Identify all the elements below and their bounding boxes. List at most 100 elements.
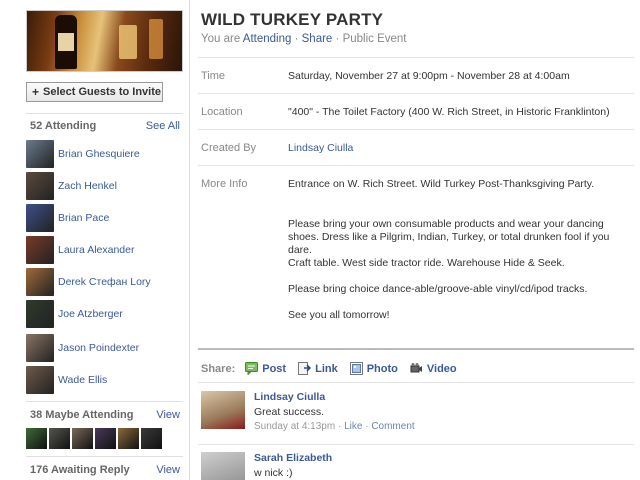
video-camera-icon [410,362,423,375]
avatar [26,268,54,296]
comment-item: Sarah Elizabeth w nick :) [201,452,634,480]
divider [198,444,634,445]
guest-item[interactable]: Joe Atzberger [26,300,186,328]
section-divider [26,401,183,402]
photo-icon [349,362,363,375]
guest-item[interactable]: Wade Ellis [26,366,186,394]
more-info-label: More Info [201,178,248,190]
guest-name[interactable]: Jason Poindexter [58,342,139,354]
maybe-guest-thumbnail[interactable] [49,428,70,449]
share-video-button[interactable]: Video [410,362,457,375]
separator: · [335,421,345,432]
view-awaiting-link[interactable]: View [156,464,180,476]
share-photo-button[interactable]: Photo [349,362,398,375]
maybe-count: 38 Maybe Attending [30,409,134,421]
share-post-button[interactable]: Post [245,362,287,376]
divider [198,57,634,58]
guest-name[interactable]: Derek Стефан Lory [58,276,151,288]
comment-item: Lindsay Ciulla Great success. Sunday at … [201,391,634,441]
comment-author[interactable]: Lindsay Ciulla [254,391,325,403]
maybe-guest-thumbnail[interactable] [118,428,139,449]
column-divider [189,0,190,480]
select-guests-button[interactable]: + Select Guests to Invite [26,82,163,102]
speech-bubble-icon [245,362,259,376]
location-label: Location [201,106,243,118]
guest-item[interactable]: Laura Alexander [26,236,186,264]
section-divider [26,456,183,457]
divider [198,382,634,383]
privacy-label: Public Event [342,33,407,45]
share-link-button[interactable]: Link [298,362,338,375]
time-label: Time [201,70,226,82]
section-divider [26,113,183,114]
share-link[interactable]: Share [302,33,333,45]
avatar [26,366,54,394]
glass-shape [149,19,163,59]
maybe-guest-thumbnail[interactable] [141,428,162,449]
link-icon [298,362,312,375]
comment-meta: Sunday at 4:13pm · Like · Comment [254,421,415,432]
guest-item[interactable]: Derek Стефан Lory [26,268,186,296]
avatar[interactable] [201,391,245,429]
guest-name[interactable]: Joe Atzberger [58,308,123,320]
view-maybe-link[interactable]: View [156,409,180,421]
avatar [26,300,54,328]
awaiting-count: 176 Awaiting Reply [30,464,130,476]
more-info-p3: Craft table. West side tractor ride. War… [288,257,565,269]
share-photo-label: Photo [366,362,398,375]
comment-text: w nick :) [254,467,293,479]
plus-icon: + [32,85,40,99]
more-info-p4: Please bring choice dance-able/groove-ab… [288,283,588,295]
time-value: Saturday, November 27 at 9:00pm - Novemb… [288,70,570,82]
guest-name[interactable]: Zach Henkel [58,180,117,192]
bottle-label-shape [58,33,74,51]
guest-item[interactable]: Jason Poindexter [26,334,186,362]
avatar [26,334,54,362]
attending-header: 52 Attending See All [30,119,180,133]
share-bar: Share: Post Link Photo Video [201,362,469,376]
divider [198,129,634,130]
divider [198,93,634,94]
share-label: Share: [201,362,236,375]
event-title: WILD TURKEY PARTY [201,10,384,29]
guest-name[interactable]: Wade Ellis [58,374,107,386]
event-photo[interactable] [26,10,183,72]
attending-count: 52 Attending [30,120,97,132]
share-video-label: Video [426,362,457,375]
avatar[interactable] [201,452,245,480]
guest-name[interactable]: Brian Pace [58,212,109,224]
guest-item[interactable]: Zach Henkel [26,172,186,200]
avatar [26,204,54,232]
comment-text: Great success. [254,406,325,418]
separator: · [291,33,302,45]
more-info-p1: Entrance on W. Rich Street. Wild Turkey … [288,178,595,190]
guest-item[interactable]: Brian Pace [26,204,186,232]
share-link-label: Link [315,362,338,375]
maybe-guest-thumbnail[interactable] [72,428,93,449]
maybe-header: 38 Maybe Attending View [30,408,180,422]
avatar [26,140,54,168]
more-info-p2: Please bring your own consumable product… [288,218,610,256]
maybe-guest-thumbnail[interactable] [26,428,47,449]
more-info-p5: See you all tomorrow! [288,309,390,321]
comment-author[interactable]: Sarah Elizabeth [254,452,332,464]
select-guests-label: Select Guests to Invite [43,86,161,98]
guest-item[interactable]: Brian Ghesquiere [26,140,186,168]
separator: · [332,33,343,45]
divider [198,348,634,350]
maybe-guest-thumbnail[interactable] [95,428,116,449]
creator-link[interactable]: Lindsay Ciulla [288,142,633,155]
guest-name[interactable]: Brian Ghesquiere [58,148,140,160]
see-all-attending-link[interactable]: See All [146,120,180,132]
awaiting-header: 176 Awaiting Reply View [30,463,180,477]
comment-link[interactable]: Comment [371,421,414,432]
share-post-label: Post [262,362,287,375]
maybe-thumbnails [26,428,162,449]
created-by-label: Created By [201,142,257,154]
separator: · [362,421,372,432]
attending-link[interactable]: Attending [243,33,292,45]
like-link[interactable]: Like [344,421,362,432]
guest-name[interactable]: Laura Alexander [58,244,134,256]
avatar [26,172,54,200]
left-sidebar: + Select Guests to Invite 52 Attending S… [0,0,190,480]
